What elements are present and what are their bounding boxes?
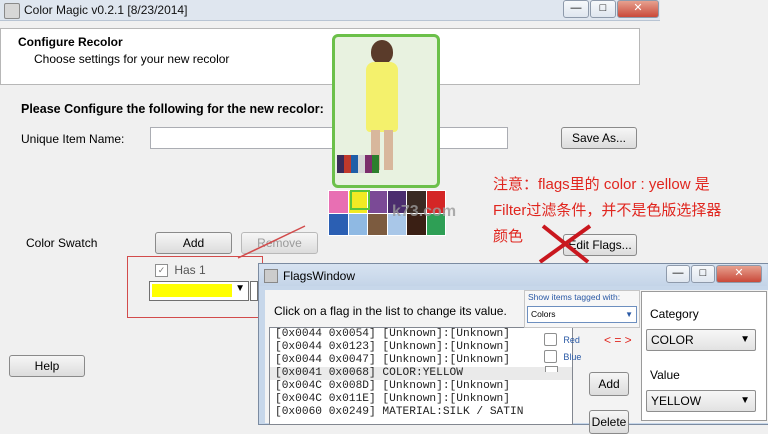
add-flag-button[interactable]: Add [589, 372, 629, 396]
flag-list-item[interactable]: [0x0041 0x0068] COLOR:YELLOW [270, 367, 572, 380]
flag-list-item[interactable]: [0x0060 0x0249] MATERIAL:SILK / SATIN [270, 406, 572, 419]
flags-instruction: Click on a flag in the list to change it… [274, 304, 507, 318]
chevron-down-icon: ▼ [740, 334, 750, 345]
tag-blue-label: Blue [563, 352, 582, 362]
chevron-down-icon: ▼ [740, 395, 750, 406]
flags-maximize-button[interactable]: □ [691, 265, 715, 283]
value-label: Value [650, 368, 680, 382]
flags-window-title: FlagsWindow [283, 269, 356, 283]
checkbox-icon [544, 333, 557, 347]
checkbox-icon [544, 350, 557, 364]
checkbox-icon [545, 366, 558, 372]
show-items-label: Show items tagged with: [528, 292, 621, 302]
tag-red-label: Red [563, 335, 580, 345]
chevron-down-icon: ▼ [625, 310, 633, 319]
flag-list-item[interactable]: [0x004C 0x008D] [Unknown]:[Unknown] [270, 380, 572, 393]
category-label: Category [650, 307, 699, 321]
tag-filter-value: Colors [531, 309, 556, 319]
flag-list-item[interactable]: [0x0044 0x0054] [Unknown]:[Unknown] [270, 328, 572, 341]
tag-filter-combo[interactable]: Colors ▼ [527, 306, 637, 323]
delete-flag-button[interactable]: Delete [589, 410, 629, 434]
flag-list-item[interactable]: [0x004C 0x011E] [Unknown]:[Unknown] [270, 393, 572, 406]
flags-close-button[interactable]: ✕ [716, 265, 762, 283]
value-value: YELLOW [651, 394, 702, 408]
category-value: COLOR [651, 333, 694, 347]
flag-list-item[interactable]: [0x0044 0x0047] [Unknown]:[Unknown] [270, 354, 572, 367]
flag-list-item[interactable]: [0x0044 0x0123] [Unknown]:[Unknown] [270, 341, 572, 354]
tag-blue-checkbox[interactable]: Blue [544, 349, 582, 364]
value-combo[interactable]: YELLOW ▼ [646, 390, 756, 412]
flags-minimize-button[interactable]: — [666, 265, 690, 283]
category-combo[interactable]: COLOR ▼ [646, 329, 756, 351]
tag-red-checkbox[interactable]: Red [544, 332, 580, 347]
flags-list[interactable]: [0x0044 0x0054] [Unknown]:[Unknown] [0x00… [269, 327, 573, 425]
flags-window-icon [264, 269, 278, 283]
arrows-annotation: < = > [604, 333, 632, 347]
